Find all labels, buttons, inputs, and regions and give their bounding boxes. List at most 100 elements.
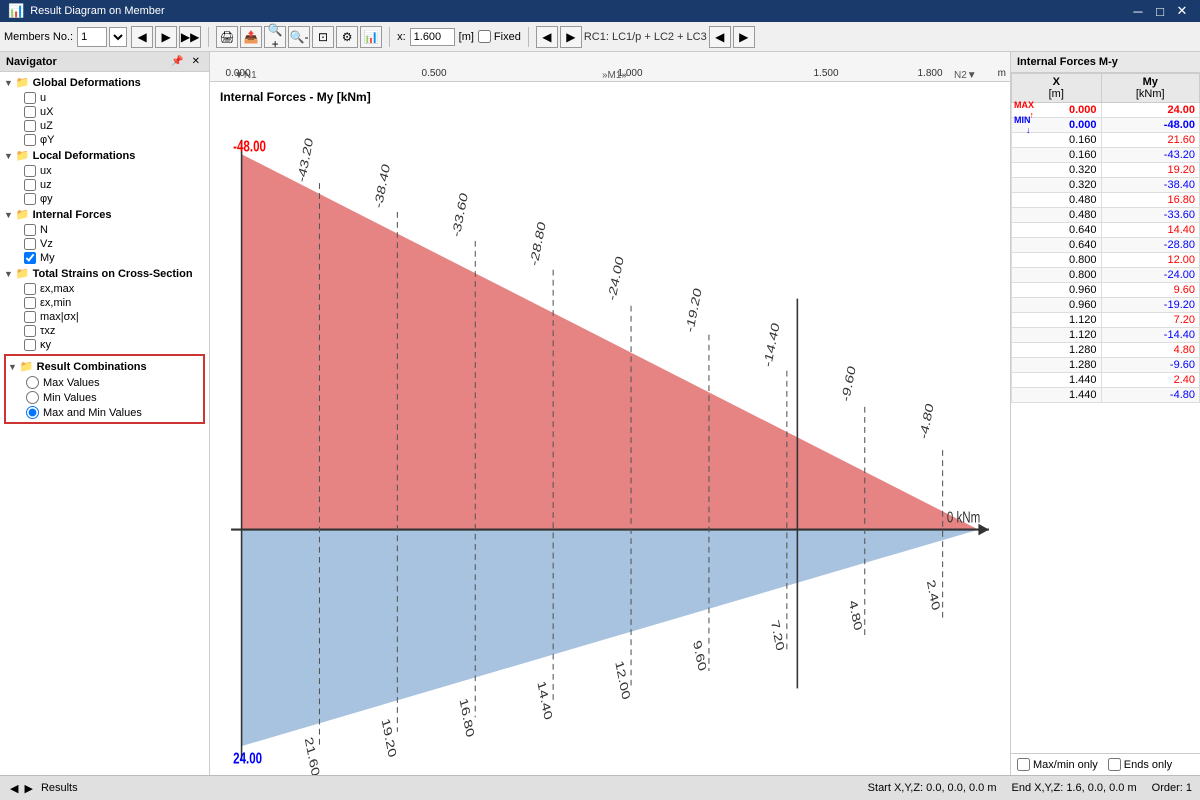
x-label: x: bbox=[397, 31, 406, 43]
rc-max-values[interactable]: Max Values bbox=[26, 375, 201, 390]
nav-item-u[interactable]: u bbox=[0, 91, 209, 105]
navigator-close[interactable]: ✕ bbox=[189, 56, 203, 67]
checkbox-ky[interactable] bbox=[24, 339, 36, 351]
cell-x: 1.440 bbox=[1012, 373, 1102, 388]
checkbox-uz-local[interactable] bbox=[24, 179, 36, 191]
zero-label: 0 kNm bbox=[947, 507, 980, 525]
nav-item-phiy[interactable]: φY bbox=[0, 133, 209, 147]
nav-item-txz[interactable]: τxz bbox=[0, 324, 209, 338]
nav-item-ux[interactable]: uX bbox=[0, 105, 209, 119]
nav-item-max-sx[interactable]: max|σx| bbox=[0, 310, 209, 324]
max-min-only-checkbox[interactable] bbox=[1017, 758, 1030, 771]
checkbox-ux-local[interactable] bbox=[24, 165, 36, 177]
nav-item-ex-min[interactable]: εx,min bbox=[0, 296, 209, 310]
ruler-unit: m bbox=[998, 68, 1006, 79]
rc-max-min-values[interactable]: Max and Min Values bbox=[26, 405, 201, 420]
toolbar: Members No.: 1 ◀ ▶ ▶▶ 🖨 📤 🔍+ 🔍- ⊡ ⚙ 📊 x:… bbox=[0, 22, 1200, 52]
checkbox-phiy[interactable] bbox=[24, 134, 36, 146]
rc-prev-button[interactable]: ◀ bbox=[536, 26, 558, 48]
status-prev-btn[interactable]: ◀ bbox=[8, 782, 20, 795]
goto-button[interactable]: ▶▶ bbox=[179, 26, 201, 48]
export-button[interactable]: 📤 bbox=[240, 26, 262, 48]
checkbox-N[interactable] bbox=[24, 224, 36, 236]
next-button[interactable]: ▶ bbox=[155, 26, 177, 48]
navigator-btns: 📌 ✕ bbox=[168, 56, 203, 67]
val-12: 12.00 bbox=[613, 659, 633, 702]
nav-item-ux-local[interactable]: ux bbox=[0, 164, 209, 178]
zoom-in-button[interactable]: 🔍+ bbox=[264, 26, 286, 48]
radio-max-values[interactable] bbox=[26, 376, 39, 389]
internal-forces-header[interactable]: ▼ 📁 Internal Forces bbox=[0, 206, 209, 223]
status-next-btn[interactable]: ▶ bbox=[22, 782, 34, 795]
prev-button[interactable]: ◀ bbox=[131, 26, 153, 48]
member-number-input[interactable]: 1 bbox=[77, 27, 107, 47]
checkbox-Vz[interactable] bbox=[24, 238, 36, 250]
checkbox-max-sx[interactable] bbox=[24, 311, 36, 323]
checkbox-u[interactable] bbox=[24, 92, 36, 104]
table-row: 1.440 2.40 bbox=[1012, 373, 1200, 388]
close-button[interactable]: ✕ bbox=[1172, 2, 1192, 20]
nav-item-phiy-local[interactable]: φy bbox=[0, 192, 209, 206]
ends-only-checkbox[interactable] bbox=[1108, 758, 1121, 771]
radio-max-min-values[interactable] bbox=[26, 406, 39, 419]
checkbox-txz[interactable] bbox=[24, 325, 36, 337]
cell-my: -48.00 bbox=[1101, 118, 1200, 133]
rc-next2-button[interactable]: ▶ bbox=[733, 26, 755, 48]
cell-x: 0.480 bbox=[1012, 193, 1102, 208]
cell-my: -4.80 bbox=[1101, 388, 1200, 403]
fit-button[interactable]: ⊡ bbox=[312, 26, 334, 48]
val-4b: 4.80 bbox=[847, 598, 866, 633]
checkbox-phiy-local[interactable] bbox=[24, 193, 36, 205]
table-row: MAX↑ 0.000 24.00 bbox=[1012, 103, 1200, 118]
zoom-out-button[interactable]: 🔍- bbox=[288, 26, 310, 48]
excel-button[interactable]: 📊 bbox=[360, 26, 382, 48]
result-combinations-header[interactable]: ▼ 📁 Result Combinations bbox=[8, 358, 201, 375]
label-ux-local: ux bbox=[40, 165, 52, 177]
max-min-only-label[interactable]: Max/min only bbox=[1017, 758, 1098, 771]
checkbox-ex-max[interactable] bbox=[24, 283, 36, 295]
ends-only-label[interactable]: Ends only bbox=[1108, 758, 1172, 771]
nav-item-ex-max[interactable]: εx,max bbox=[0, 282, 209, 296]
local-deformations-header[interactable]: ▼ 📁 Local Deformations bbox=[0, 147, 209, 164]
table-row: 0.800 -24.00 bbox=[1012, 268, 1200, 283]
cell-x: 0.160 bbox=[1012, 148, 1102, 163]
radio-min-values[interactable] bbox=[26, 391, 39, 404]
nav-item-uz[interactable]: uZ bbox=[0, 119, 209, 133]
label-uz: uZ bbox=[40, 120, 53, 132]
checkbox-ex-min[interactable] bbox=[24, 297, 36, 309]
val-2: 2.40 bbox=[924, 578, 943, 613]
nav-item-My[interactable]: My bbox=[0, 251, 209, 265]
total-strains-header[interactable]: ▼ 📁 Total Strains on Cross-Section bbox=[0, 265, 209, 282]
nav-item-N[interactable]: N bbox=[0, 223, 209, 237]
rc-next-button[interactable]: ▶ bbox=[560, 26, 582, 48]
cell-x: 0.800 bbox=[1012, 268, 1102, 283]
rc-prev2-button[interactable]: ◀ bbox=[709, 26, 731, 48]
cell-my: 9.60 bbox=[1101, 283, 1200, 298]
global-deformations-header[interactable]: ▼ 📁 Global Deformations bbox=[0, 74, 209, 91]
val-19: -19.20 bbox=[683, 286, 704, 334]
maximize-button[interactable]: □ bbox=[1150, 2, 1170, 20]
nav-item-Vz[interactable]: Vz bbox=[0, 237, 209, 251]
checkbox-My[interactable] bbox=[24, 252, 36, 264]
nav-item-ky[interactable]: κy bbox=[0, 338, 209, 352]
checkbox-uz[interactable] bbox=[24, 120, 36, 132]
checkbox-ux[interactable] bbox=[24, 106, 36, 118]
label-ex-min: εx,min bbox=[40, 297, 71, 309]
label-max-values: Max Values bbox=[43, 377, 100, 389]
member-dropdown[interactable] bbox=[109, 27, 127, 47]
label-txz: τxz bbox=[40, 325, 55, 337]
nav-item-uz-local[interactable]: uz bbox=[0, 178, 209, 192]
settings-button[interactable]: ⚙ bbox=[336, 26, 358, 48]
fixed-checkbox-label[interactable]: Fixed bbox=[478, 30, 521, 43]
right-panel-table: X[m] My[kNm] MAX↑ 0.000 24.00 MIN↓ 0.000… bbox=[1011, 73, 1200, 753]
minimize-button[interactable]: ─ bbox=[1128, 2, 1148, 20]
col-my-header: My[kNm] bbox=[1101, 74, 1200, 103]
cell-my: 16.80 bbox=[1101, 193, 1200, 208]
navigator-pin[interactable]: 📌 bbox=[168, 56, 186, 67]
val-33: -33.60 bbox=[449, 190, 470, 238]
fixed-checkbox[interactable] bbox=[478, 30, 491, 43]
print-button[interactable]: 🖨 bbox=[216, 26, 238, 48]
x-value-input[interactable] bbox=[410, 28, 455, 46]
val-7: 7.20 bbox=[769, 618, 788, 653]
rc-min-values[interactable]: Min Values bbox=[26, 390, 201, 405]
